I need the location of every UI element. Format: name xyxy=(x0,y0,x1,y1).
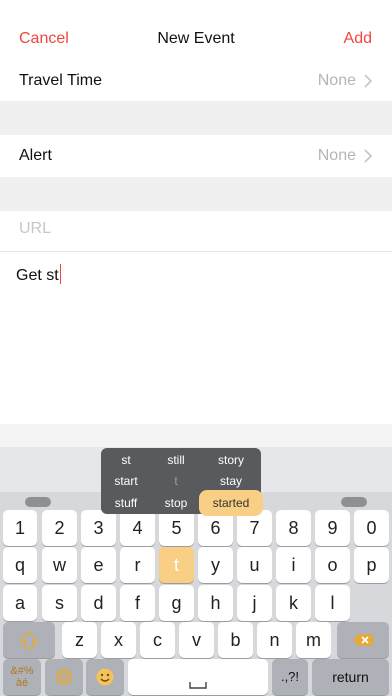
key-e[interactable]: e xyxy=(81,547,116,583)
chevron-right-icon xyxy=(364,74,373,88)
key-s[interactable]: s xyxy=(42,585,77,621)
key-a[interactable]: a xyxy=(3,585,37,621)
travel-time-label: Travel Time xyxy=(19,72,102,89)
key-c[interactable]: c xyxy=(140,622,175,658)
drag-handle-left[interactable] xyxy=(25,497,51,507)
key-r[interactable]: r xyxy=(120,547,155,583)
key-9[interactable]: 9 xyxy=(315,510,350,546)
punctuation-key[interactable]: .,?! xyxy=(272,659,308,695)
key-n[interactable]: n xyxy=(257,622,292,658)
key-i[interactable]: i xyxy=(276,547,311,583)
key-m[interactable]: m xyxy=(296,622,331,658)
url-field[interactable]: URL xyxy=(19,220,51,238)
key-0[interactable]: 0 xyxy=(354,510,389,546)
globe-key[interactable] xyxy=(45,659,83,695)
key-j[interactable]: j xyxy=(237,585,272,621)
suggestion-item-selected[interactable]: started xyxy=(199,490,263,516)
key-l[interactable]: l xyxy=(315,585,350,621)
add-button[interactable]: Add xyxy=(344,30,372,48)
section-separator xyxy=(0,424,392,447)
key-t[interactable]: t xyxy=(159,547,194,583)
chevron-right-icon xyxy=(364,149,373,163)
emoji-key[interactable] xyxy=(86,659,124,695)
key-5[interactable]: 5 xyxy=(159,510,194,546)
emoji-icon xyxy=(96,668,114,686)
suggestion-item[interactable]: story xyxy=(201,450,261,470)
travel-time-value: None xyxy=(317,72,356,89)
key-f[interactable]: f xyxy=(120,585,155,621)
navigation-bar: Cancel New Event Add xyxy=(0,0,392,62)
suggestion-item[interactable]: stay xyxy=(201,471,261,491)
key-1[interactable]: 1 xyxy=(3,510,37,546)
shift-arrow-icon xyxy=(19,631,39,649)
key-3[interactable]: 3 xyxy=(81,510,116,546)
key-2[interactable]: 2 xyxy=(42,510,77,546)
suggestion-item[interactable]: stop xyxy=(151,493,201,513)
key-d[interactable]: d xyxy=(81,585,116,621)
section-separator xyxy=(0,177,392,211)
key-4[interactable]: 4 xyxy=(120,510,155,546)
key-b[interactable]: b xyxy=(218,622,253,658)
key-v[interactable]: v xyxy=(179,622,214,658)
symbols-key[interactable]: &#% àé xyxy=(3,659,41,695)
divider xyxy=(0,251,392,252)
travel-time-row[interactable]: Travel Time None xyxy=(0,60,392,102)
key-8[interactable]: 8 xyxy=(276,510,311,546)
space-icon xyxy=(189,682,207,689)
key-g[interactable]: g xyxy=(159,585,194,621)
backspace-icon xyxy=(353,634,373,646)
key-y[interactable]: y xyxy=(198,547,233,583)
suggestion-item[interactable]: start xyxy=(101,471,151,491)
suggestion-item[interactable]: stuff xyxy=(101,493,151,513)
suggestion-item[interactable]: st xyxy=(101,450,151,470)
backspace-key[interactable] xyxy=(337,622,389,658)
drag-handle-right[interactable] xyxy=(341,497,367,507)
key-z[interactable]: z xyxy=(62,622,97,658)
key-q[interactable]: q xyxy=(3,547,37,583)
suggestion-item[interactable]: t xyxy=(151,471,201,491)
key-x[interactable]: x xyxy=(101,622,136,658)
suggestion-item[interactable]: still xyxy=(151,450,201,470)
key-o[interactable]: o xyxy=(315,547,350,583)
globe-icon xyxy=(55,668,73,686)
key-h[interactable]: h xyxy=(198,585,233,621)
key-p[interactable]: p xyxy=(354,547,389,583)
key-k[interactable]: k xyxy=(276,585,311,621)
page-title: New Event xyxy=(157,30,235,47)
alert-row[interactable]: Alert None xyxy=(0,135,392,177)
notes-text: Get st xyxy=(16,267,59,284)
notes-field[interactable]: Get st xyxy=(16,264,61,285)
text-cursor xyxy=(59,264,61,284)
key-w[interactable]: w xyxy=(42,547,77,583)
key-u[interactable]: u xyxy=(237,547,272,583)
alert-value: None xyxy=(317,147,356,164)
space-bar[interactable] xyxy=(128,659,268,695)
alert-label: Alert xyxy=(19,147,52,164)
section-separator xyxy=(0,101,392,135)
suggestions-popup: st still story start t stay stuff stop s… xyxy=(101,448,263,516)
shift-key[interactable] xyxy=(3,622,55,658)
return-key[interactable]: return xyxy=(312,659,389,695)
